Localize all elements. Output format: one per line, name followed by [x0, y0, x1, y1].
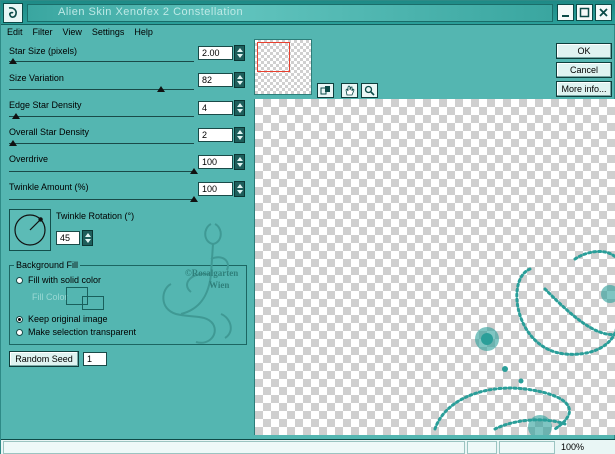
- slider-label: Size Variation: [9, 73, 64, 83]
- rotation-label: Twinkle Rotation (°): [56, 211, 135, 221]
- radio-make-transparent[interactable]: Make selection transparent: [16, 327, 136, 337]
- radio-keep-original[interactable]: Keep original image: [16, 314, 108, 324]
- ok-button[interactable]: OK: [556, 43, 612, 59]
- size-variation-stepper[interactable]: [234, 72, 245, 88]
- size-variation-input[interactable]: 82: [198, 73, 233, 87]
- watermark-logo: ©Rosalgarten Wien: [151, 214, 261, 354]
- slider-label: Star Size (pixels): [9, 46, 78, 56]
- slider-thumb[interactable]: [190, 196, 198, 202]
- slider-track[interactable]: [9, 89, 194, 90]
- twinkle-amount-stepper[interactable]: [234, 181, 245, 197]
- group-title: Background Fill: [14, 260, 81, 270]
- cancel-button[interactable]: Cancel: [556, 62, 612, 78]
- menu-edit[interactable]: Edit: [7, 25, 23, 40]
- menu-filter[interactable]: Filter: [33, 25, 53, 40]
- slider-thumb[interactable]: [156, 86, 165, 92]
- edge-star-density-input[interactable]: 4: [198, 101, 233, 115]
- radio-label: Keep original image: [28, 314, 108, 324]
- overall-star-density-input[interactable]: 2: [198, 128, 233, 142]
- radio-button[interactable]: [16, 276, 23, 284]
- menu-help[interactable]: Help: [134, 25, 153, 40]
- navigator-thumbnail[interactable]: [254, 39, 312, 95]
- radio-button[interactable]: [16, 315, 23, 323]
- radio-label: Fill with solid color: [28, 275, 102, 285]
- minimize-icon[interactable]: [557, 4, 574, 21]
- radio-button[interactable]: [16, 328, 23, 336]
- slider-track[interactable]: [9, 199, 194, 200]
- rotation-dial[interactable]: [9, 209, 51, 251]
- radio-label: Make selection transparent: [28, 327, 137, 337]
- edge-star-density-stepper[interactable]: [234, 100, 245, 116]
- title-bar[interactable]: Alien Skin Xenofex 2 Constellation: [1, 1, 615, 25]
- slider-thumb[interactable]: [190, 168, 198, 174]
- status-cell: [467, 441, 497, 454]
- overdrive-stepper[interactable]: [234, 154, 245, 170]
- maximize-icon[interactable]: [576, 4, 593, 21]
- status-bar: 100%: [1, 439, 615, 454]
- slider-track[interactable]: [9, 61, 194, 62]
- status-cell-message: [3, 441, 465, 454]
- fill-color-label: Fill Color: [32, 292, 68, 302]
- overdrive-input[interactable]: 100: [198, 155, 233, 169]
- menu-bar: Edit Filter View Settings Help: [1, 25, 163, 40]
- slider-thumb[interactable]: [8, 140, 17, 146]
- watermark-line1: ©Rosalgarten: [185, 268, 238, 278]
- random-seed-button[interactable]: Random Seed: [9, 351, 79, 367]
- slider-label: Edge Star Density: [9, 100, 82, 110]
- hand-icon[interactable]: [341, 83, 358, 98]
- plugin-window: Alien Skin Xenofex 2 Constellation Edit …: [0, 0, 615, 454]
- slider-thumb[interactable]: [12, 113, 21, 119]
- preview-canvas[interactable]: [254, 99, 615, 435]
- star-size-input[interactable]: 2.00: [198, 46, 233, 60]
- menu-settings[interactable]: Settings: [92, 25, 125, 40]
- slider-label: Overall Star Density: [9, 127, 90, 137]
- fill-color-swatch-back: [82, 296, 104, 310]
- menu-view[interactable]: View: [63, 25, 82, 40]
- slider-track[interactable]: [9, 116, 194, 117]
- slider-track[interactable]: [9, 171, 194, 172]
- status-cell: [499, 441, 555, 454]
- title-strip: Alien Skin Xenofex 2 Constellation: [27, 4, 553, 22]
- close-icon[interactable]: [595, 4, 612, 21]
- rotation-input[interactable]: 45: [56, 231, 80, 245]
- zoom-level: 100%: [561, 442, 585, 452]
- overall-star-density-stepper[interactable]: [234, 127, 245, 143]
- twinkle-amount-input[interactable]: 100: [198, 182, 233, 196]
- slider-label: Twinkle Amount (%): [9, 182, 89, 192]
- window-title: Alien Skin Xenofex 2 Constellation: [58, 6, 244, 18]
- watermark-line2: Wien: [209, 280, 229, 290]
- zoom-icon[interactable]: [361, 83, 378, 98]
- ornament-icon[interactable]: [3, 3, 23, 23]
- compare-icon[interactable]: [317, 83, 334, 98]
- more-info-button[interactable]: More info...: [556, 81, 612, 97]
- radio-fill-solid[interactable]: Fill with solid color: [16, 275, 101, 285]
- slider-track[interactable]: [9, 143, 194, 144]
- rotation-stepper[interactable]: [82, 230, 93, 246]
- slider-thumb[interactable]: [8, 58, 17, 64]
- view-rectangle[interactable]: [257, 42, 290, 72]
- star-size-stepper[interactable]: [234, 45, 245, 61]
- slider-label: Overdrive: [9, 154, 49, 164]
- random-seed-input[interactable]: 1: [83, 352, 107, 366]
